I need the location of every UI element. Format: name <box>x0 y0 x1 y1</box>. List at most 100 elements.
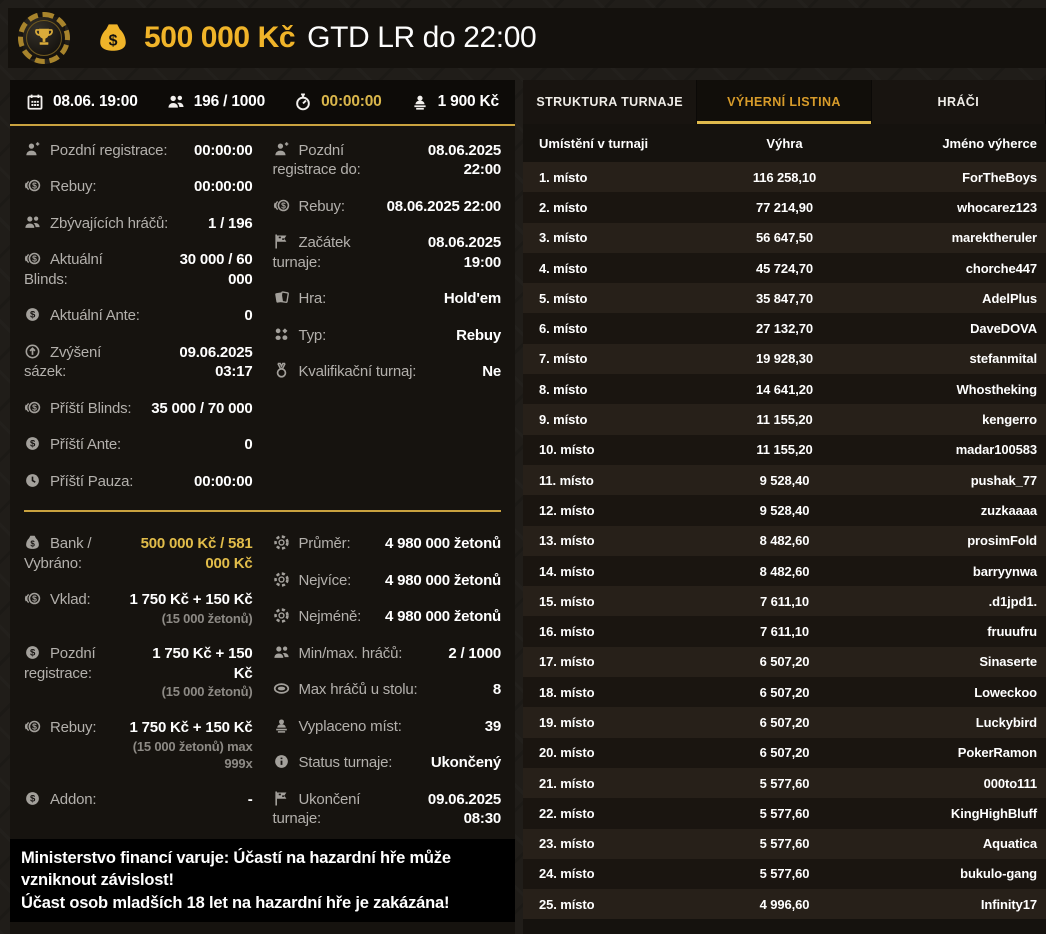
info-value: Ne <box>482 363 501 380</box>
info-row: Začátek turnaje: 08.06.2025 19:00 <box>273 225 502 281</box>
info-label: Typ: <box>273 326 447 346</box>
info-value: 500 000 Kč / 581 000 Kč <box>141 535 253 572</box>
info-value: 1 750 Kč + 150 Kč <box>130 591 253 608</box>
info-row: Vyplaceno míst: 39 <box>273 708 502 745</box>
table-icon <box>273 680 290 697</box>
winner-prize: 27 132,70 <box>690 321 878 336</box>
info-value: 09.06.2025 08:30 <box>428 791 501 828</box>
info-value: 00:00:00 <box>194 142 252 159</box>
arrow-up-icon <box>24 343 41 360</box>
winners-table-header: Umístění v turnaji Výhra Jméno výherce <box>523 124 1046 162</box>
winner-place: 24. místo <box>523 866 690 881</box>
info-row: Pozdní registrace: 1 750 Kč + 150 Kč(15 … <box>24 636 253 710</box>
winner-place: 23. místo <box>523 836 690 851</box>
winner-place: 16. místo <box>523 624 690 639</box>
winner-prize: 5 577,60 <box>690 866 878 881</box>
info-row: Pozdní registrace: 00:00:00 <box>24 132 253 169</box>
info-label: Addon: <box>24 790 238 810</box>
info-value: 08.06.2025 22:00 <box>428 142 501 179</box>
chip-icon <box>273 607 290 624</box>
info-label: Max hráčů u stolu: <box>273 680 483 700</box>
coins-icon <box>24 590 41 607</box>
info-value: Hold'em <box>444 290 501 307</box>
winner-row: 9. místo 11 155,20 kengerro <box>523 404 1046 434</box>
info-value: 35 000 / 70 000 <box>151 400 252 417</box>
winner-place: 15. místo <box>523 594 690 609</box>
info-label: Aktuální Blinds: <box>24 250 145 289</box>
info-row: Pozdní registrace do: 08.06.2025 22:00 <box>273 132 502 188</box>
winner-row: 7. místo 19 928,30 stefanmital <box>523 344 1046 374</box>
info-value: 2 / 1000 <box>448 645 501 662</box>
info-row: Zbývajících hráčů: 1 / 196 <box>24 205 253 242</box>
person-icon <box>24 141 41 158</box>
info-label: Průměr: <box>273 534 375 554</box>
winner-row: 14. místo 8 482,60 barryynwa <box>523 556 1046 586</box>
info-value: 1 750 Kč + 150 Kč <box>130 719 253 736</box>
info-label: Status turnaje: <box>273 753 421 773</box>
column-header-winner-name: Jméno výherce <box>879 136 1046 151</box>
info-row: Rebuy: 00:00:00 <box>24 169 253 206</box>
winner-name: bukulo-gang <box>879 866 1046 881</box>
info-value: 0 <box>244 436 252 453</box>
winner-place: 6. místo <box>523 321 690 336</box>
info-label: Hra: <box>273 289 434 309</box>
money-person-icon <box>411 93 429 111</box>
tab-winners-list[interactable]: VÝHERNÍ LISTINA <box>697 80 871 124</box>
info-row: Příští Pauza: 00:00:00 <box>24 463 253 500</box>
people-icon <box>167 93 185 111</box>
chip-icon <box>273 571 290 588</box>
info-label: Min/max. hráčů: <box>273 644 439 664</box>
winner-name: whocarez123 <box>879 200 1046 215</box>
info-label: Kvalifikační turnaj: <box>273 362 473 382</box>
winner-prize: 7 611,10 <box>690 594 878 609</box>
column-header-place: Umístění v turnaji <box>523 136 690 151</box>
info-row: Status turnaje: Ukončený <box>273 745 502 782</box>
info-row: Aktuální Ante: 0 <box>24 298 253 335</box>
tournament-statbar: 08.06. 19:00 196 / 1000 00:00:00 1 900 K… <box>10 80 515 126</box>
winner-name: fruuufru <box>879 624 1046 639</box>
winner-name: KingHighBluff <box>879 806 1046 821</box>
calendar-icon <box>26 93 44 111</box>
winner-name: Sinaserte <box>879 654 1046 669</box>
dollar-icon <box>24 644 41 661</box>
info-subvalue: (15 000 žetonů) <box>152 684 253 701</box>
winner-name: zuzkaaaa <box>879 503 1046 518</box>
winner-name: Whostheking <box>879 382 1046 397</box>
winner-place: 3. místo <box>523 230 690 245</box>
winner-row: 4. místo 45 724,70 chorche447 <box>523 253 1046 283</box>
flag-icon <box>273 790 290 807</box>
winner-place: 21. místo <box>523 776 690 791</box>
info-label: Pozdní registrace do: <box>273 141 402 180</box>
tab-label: VÝHERNÍ LISTINA <box>727 95 841 109</box>
winner-row: 19. místo 6 507,20 Luckybird <box>523 707 1046 737</box>
info-row: Max hráčů u stolu: 8 <box>273 672 502 709</box>
winner-name: prosimFold <box>879 533 1046 548</box>
details-column-right: Průměr: 4 980 000 žetonů Nejvíce: 4 980 … <box>273 526 502 838</box>
info-label: Rebuy: <box>24 718 105 738</box>
tournament-title-text: GTD LR do 22:00 <box>307 21 536 54</box>
info-row: Aktuální Blinds: 30 000 / 60 000 <box>24 242 253 298</box>
tab-players[interactable]: HRÁČI <box>872 80 1046 124</box>
winner-row: 20. místo 6 507,20 PokerRamon <box>523 738 1046 768</box>
winner-row: 6. místo 27 132,70 DaveDOVA <box>523 313 1046 343</box>
info-row: Příští Blinds: 35 000 / 70 000 <box>24 390 253 427</box>
info-label: Příští Ante: <box>24 435 234 455</box>
dollar-icon <box>24 790 41 807</box>
info-value: - <box>248 791 253 808</box>
winner-prize: 19 928,30 <box>690 351 878 366</box>
people-icon <box>24 214 41 231</box>
winners-table: 1. místo 116 258,10 ForTheBoys 2. místo … <box>523 162 1046 934</box>
tab-tournament-structure[interactable]: STRUKTURA TURNAJE <box>523 80 697 124</box>
flag-icon <box>273 233 290 250</box>
info-subvalue: (15 000 žetonů) max 999x <box>115 739 252 773</box>
info-row: Ukončení turnaje: 09.06.2025 08:30 <box>273 781 502 837</box>
dollar-icon <box>24 306 41 323</box>
winner-row: 21. místo 5 577,60 000to111 <box>523 768 1046 798</box>
stat-buyin: 1 900 Kč <box>411 93 499 111</box>
gambling-warning: Ministerstvo financí varuje: Účastí na h… <box>10 839 515 922</box>
winner-row: 18. místo 6 507,20 Loweckoo <box>523 677 1046 707</box>
winner-place: 18. místo <box>523 685 690 700</box>
people-icon <box>273 644 290 661</box>
winner-row: 25. místo 4 996,60 Infinity17 <box>523 889 1046 919</box>
winner-row: 12. místo 9 528,40 zuzkaaaa <box>523 495 1046 525</box>
